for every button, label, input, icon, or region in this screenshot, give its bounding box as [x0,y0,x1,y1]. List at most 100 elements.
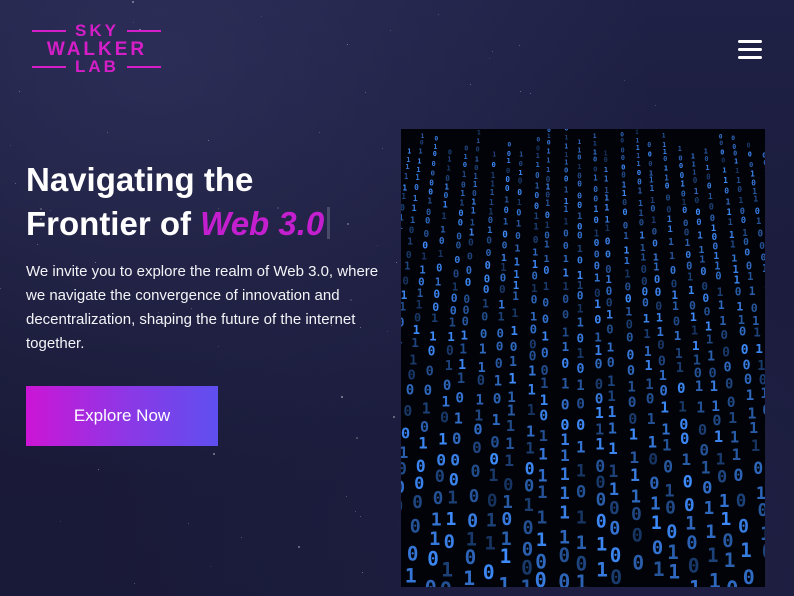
star-dot [355,511,356,512]
binary-glyph: 1 [669,251,675,262]
binary-glyph: 0 [463,160,467,169]
binary-glyph: 0 [427,547,439,570]
hamburger-menu-icon[interactable] [738,38,764,60]
binary-glyph: 0 [434,135,438,143]
binary-glyph: 1 [762,263,765,275]
binary-glyph: 1 [707,350,715,365]
binary-glyph: 0 [485,260,491,272]
binary-glyph: 0 [748,150,752,158]
binary-glyph: 0 [547,138,551,146]
binary-glyph: 0 [682,206,687,216]
star-dot [210,566,211,567]
binary-glyph: 0 [401,315,404,329]
binary-glyph: 1 [705,522,716,543]
binary-glyph: 1 [532,260,538,271]
binary-glyph: 1 [730,429,739,447]
binary-glyph: 1 [409,354,417,369]
binary-glyph: 1 [685,238,691,249]
binary-glyph: 1 [479,343,487,358]
binary-glyph: 1 [563,205,568,215]
binary-glyph: 1 [482,296,489,310]
binary-glyph: 0 [659,383,668,399]
binary-glyph: 1 [544,239,550,250]
binary-glyph: 1 [736,176,741,185]
binary-glyph: 1 [680,179,685,188]
binary-glyph: 1 [692,339,700,354]
binary-glyph: 1 [509,355,517,370]
binary-glyph: 0 [517,188,522,197]
binary-glyph: 1 [407,148,411,156]
binary-glyph: 1 [594,297,601,311]
binary-glyph: 1 [722,166,727,175]
star-dot [107,132,108,133]
binary-glyph: 0 [623,221,628,231]
binary-glyph: 0 [429,178,434,187]
binary-glyph: 0 [539,406,548,424]
binary-glyph: 0 [679,161,683,170]
binary-glyph: 0 [561,397,570,414]
binary-glyph: 1 [576,570,588,587]
binary-glyph: 1 [735,166,740,175]
binary-glyph: 1 [527,402,536,419]
binary-glyph: 0 [731,135,735,142]
binary-glyph: 0 [688,554,700,577]
binary-glyph: 1 [643,312,650,326]
binary-glyph: 0 [639,218,644,228]
binary-glyph: 1 [562,325,569,339]
binary-glyph: 0 [715,271,721,283]
binary-glyph: 1 [746,388,755,404]
binary-glyph: 0 [741,216,746,226]
binary-glyph: 0 [440,408,449,426]
binary-glyph: 0 [736,492,747,512]
binary-glyph: 1 [534,212,539,222]
binary-glyph: 1 [594,272,600,285]
star-dot [655,105,656,106]
binary-glyph: 0 [486,236,492,247]
binary-glyph: 1 [596,559,608,582]
binary-glyph: 1 [608,462,618,481]
binary-glyph: 1 [489,197,494,207]
binary-glyph: 1 [609,480,619,500]
binary-glyph: 1 [441,212,446,222]
binary-glyph: 0 [524,476,534,496]
binary-glyph: 0 [428,345,436,360]
skywalker-lab-logo[interactable]: SKY WALKER LAB [30,22,164,75]
binary-glyph: 0 [467,252,473,263]
binary-glyph: 1 [562,280,569,293]
binary-glyph: 0 [408,368,416,384]
star-dot [519,45,520,46]
binary-glyph: 0 [637,177,642,186]
binary-glyph: 1 [421,252,427,263]
star-dot [132,1,134,3]
binary-glyph: 0 [436,263,442,275]
binary-glyph: 1 [461,327,468,342]
binary-glyph: 0 [666,192,671,202]
binary-glyph: 1 [490,188,495,197]
binary-glyph: 0 [657,337,665,352]
binary-glyph: 1 [760,386,765,402]
binary-glyph: 1 [536,152,540,160]
binary-glyph: 0 [564,174,569,183]
binary-glyph: 1 [518,168,523,177]
binary-glyph: 0 [631,504,642,525]
binary-glyph: 0 [747,141,751,149]
binary-glyph: 0 [433,150,437,158]
binary-glyph: 0 [738,516,749,537]
binary-glyph: 1 [511,324,518,338]
binary-glyph: 1 [537,483,547,503]
binary-glyph: 0 [577,331,585,346]
binary-glyph: 0 [534,190,539,200]
binary-glyph: 1 [541,329,549,344]
explore-now-button[interactable]: Explore Now [26,386,218,446]
binary-glyph: 0 [425,217,430,227]
binary-glyph: 0 [505,184,510,193]
binary-glyph: 1 [576,378,584,394]
binary-glyph: 0 [594,238,600,249]
binary-glyph: 0 [632,552,644,575]
binary-glyph: 0 [709,203,714,213]
binary-glyph: 0 [627,363,635,379]
binary-glyph: 1 [418,433,428,452]
binary-glyph: 1 [508,371,516,387]
binary-glyph: 1 [438,430,447,448]
binary-glyph: 1 [443,199,448,209]
